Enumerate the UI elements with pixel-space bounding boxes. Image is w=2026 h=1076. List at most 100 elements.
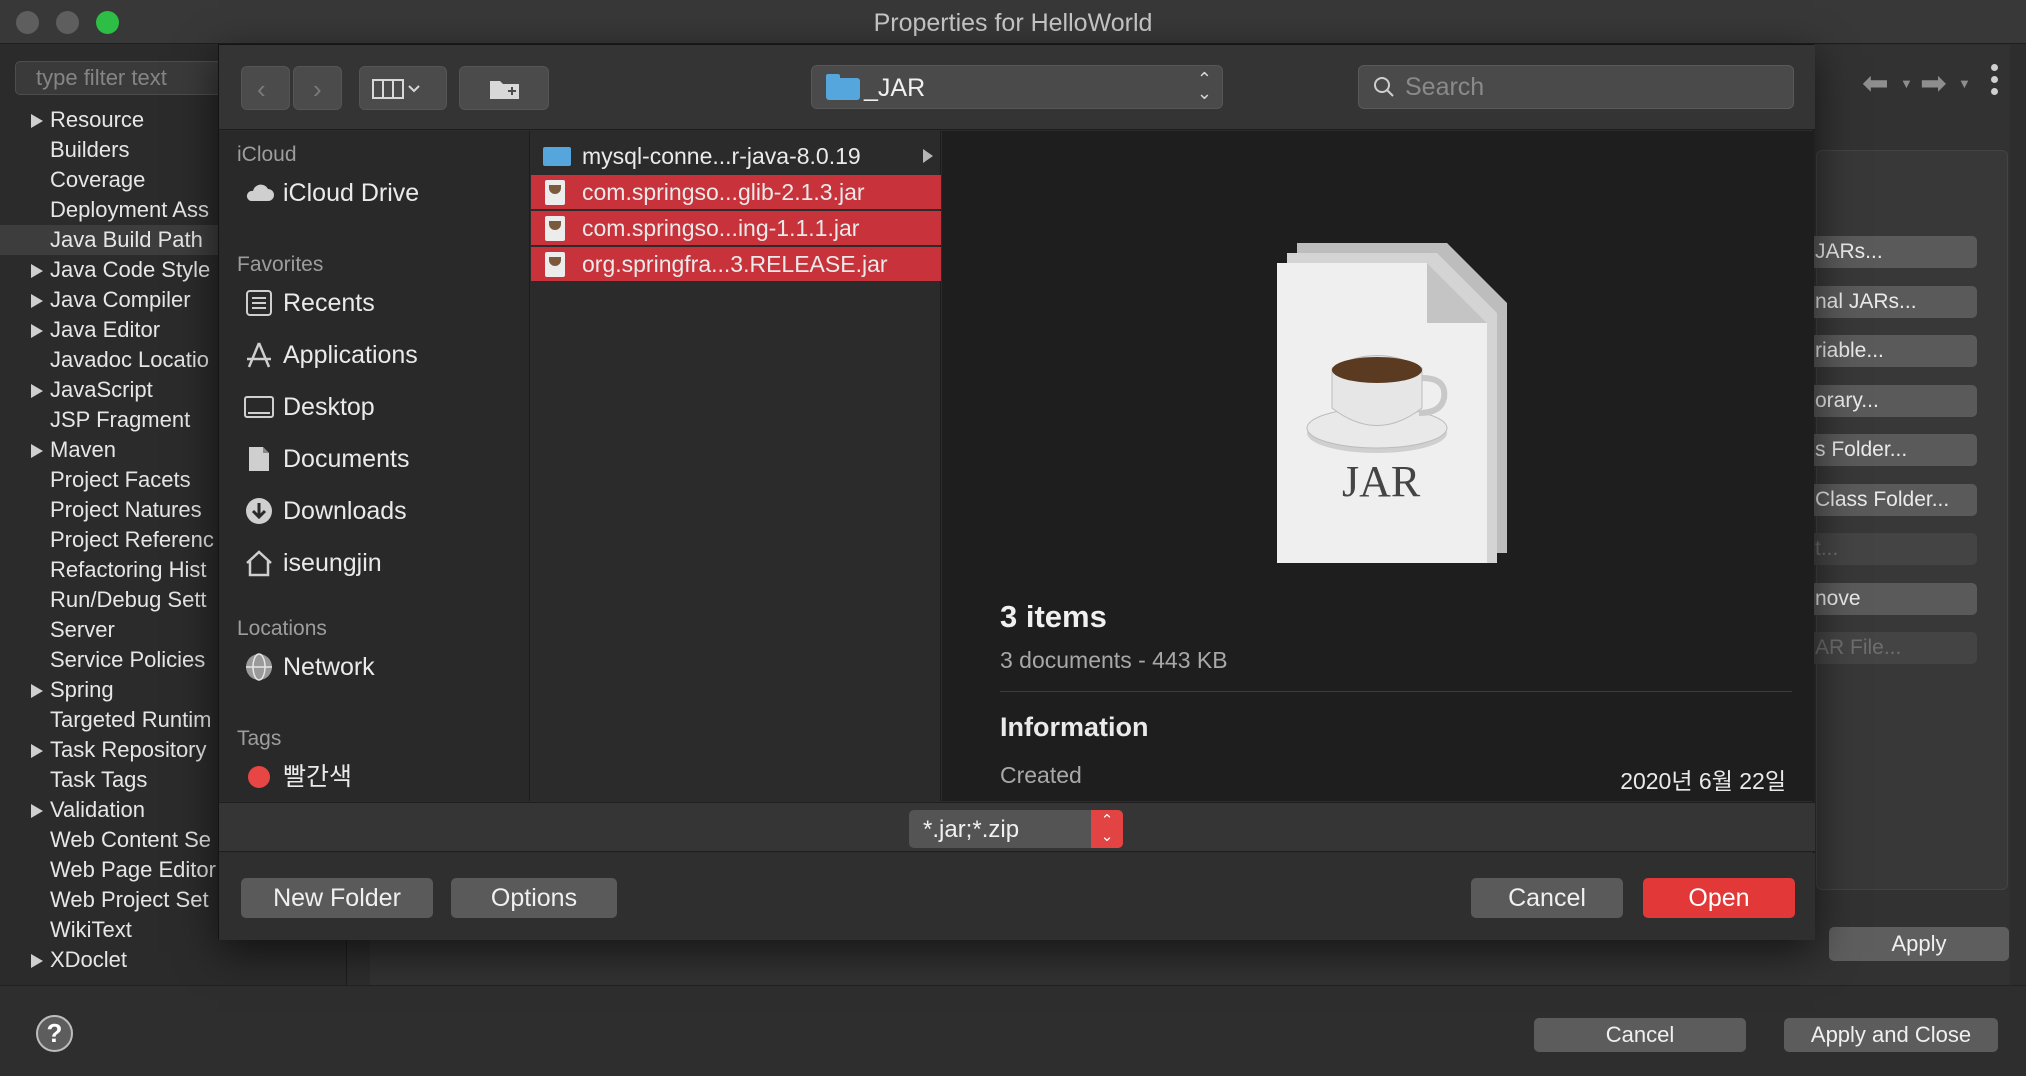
sidebar-item-label: iCloud Drive xyxy=(283,179,420,207)
window-title: Properties for HelloWorld xyxy=(873,9,1153,37)
back-menu-caret-icon[interactable]: ▼ xyxy=(1900,76,1913,91)
file-row[interactable]: org.springfra...3.RELEASE.jar xyxy=(531,247,941,281)
open-file-dialog: ‹ › _JAR ⌃ ⌄ Search iCloud iCloud Drive … xyxy=(218,44,1815,940)
location-popup[interactable]: _JAR ⌃ ⌄ xyxy=(811,65,1223,109)
more-options-icon[interactable] xyxy=(1991,64,1999,96)
tree-item-label: Java Compiler xyxy=(50,287,191,312)
cancel-button[interactable]: Cancel xyxy=(1534,1018,1746,1052)
open-button[interactable]: Open xyxy=(1643,878,1795,918)
forward-button[interactable]: › xyxy=(293,66,342,110)
location-label: _JAR xyxy=(864,74,926,102)
forward-menu-caret-icon[interactable]: ▼ xyxy=(1958,76,1971,91)
file-format-bar: *.jar;*.zip ⌃ ⌄ xyxy=(219,802,1815,852)
tree-item-label: Refactoring Hist xyxy=(50,557,207,582)
search-field[interactable] xyxy=(1358,65,1794,109)
library-action-button[interactable]: riable... xyxy=(1795,335,1977,367)
sidebar-item-label: iseungjin xyxy=(283,549,382,577)
sidebar-item-label: 빨간색 xyxy=(283,763,353,791)
sidebar-item-label: Downloads xyxy=(283,497,407,525)
tree-item-label: Project Referenc xyxy=(50,527,214,552)
file-name: org.springfra...3.RELEASE.jar xyxy=(582,251,888,277)
tree-item-label: JavaScript xyxy=(50,377,153,402)
tree-item-label: Targeted Runtim xyxy=(50,707,212,732)
library-action-button: AR File... xyxy=(1795,632,1977,664)
library-action-button: t... xyxy=(1795,533,1977,565)
created-value: 2020년 6월 22일 xyxy=(1620,768,1786,794)
tree-item-label: Task Repository xyxy=(50,737,207,762)
divider xyxy=(1000,691,1792,692)
folder-icon xyxy=(543,147,571,166)
file-name: com.springso...ing-1.1.1.jar xyxy=(582,215,860,241)
disclosure-arrow-icon[interactable] xyxy=(31,114,43,128)
disclosure-arrow-icon[interactable] xyxy=(31,804,43,818)
disclosure-arrow-icon[interactable] xyxy=(31,954,43,968)
library-action-button[interactable]: nove xyxy=(1795,583,1977,615)
popup-stepper-icon: ⌃ ⌄ xyxy=(1196,69,1212,103)
help-icon[interactable]: ? xyxy=(36,1015,73,1052)
disclosure-arrow-icon[interactable] xyxy=(31,384,43,398)
file-format-label: *.jar;*.zip xyxy=(923,816,1020,843)
tree-item-label: Service Policies xyxy=(50,647,206,672)
library-action-button[interactable]: Class Folder... xyxy=(1795,484,1977,516)
chevron-right-icon xyxy=(923,149,933,163)
window-titlebar: Properties for HelloWorld xyxy=(0,0,2026,44)
tree-item-label: Server xyxy=(50,617,115,642)
jar-file-icon xyxy=(545,180,565,205)
popup-stepper-icon: ⌃ ⌄ xyxy=(1091,810,1123,848)
options-button[interactable]: Options xyxy=(451,878,617,918)
file-name: mysql-conne...r-java-8.0.19 xyxy=(582,143,861,169)
library-action-button[interactable]: s Folder... xyxy=(1795,434,1977,466)
sidebar-item-label: Desktop xyxy=(283,393,375,421)
jar-file-icon xyxy=(545,252,565,277)
tree-item-label: Deployment Ass xyxy=(50,197,209,222)
new-folder-toolbar-button[interactable] xyxy=(459,66,549,110)
tree-item-label: Project Natures xyxy=(50,497,202,522)
file-row[interactable]: com.springso...glib-2.1.3.jar xyxy=(531,175,941,209)
sidebar-item-label: Documents xyxy=(283,445,410,473)
library-action-button[interactable]: nal JARs... xyxy=(1795,286,1977,318)
tree-item-label: Web Content Se xyxy=(50,827,212,852)
tree-item-label: Project Facets xyxy=(50,467,191,492)
back-arrow-icon[interactable]: ⬅ xyxy=(1862,64,1889,102)
back-button[interactable]: ‹ xyxy=(241,66,290,110)
disclosure-arrow-icon[interactable] xyxy=(31,324,43,338)
recents-icon xyxy=(243,289,275,317)
disclosure-arrow-icon[interactable] xyxy=(31,744,43,758)
home-icon xyxy=(243,549,275,577)
new-folder-button[interactable]: New Folder xyxy=(241,878,433,918)
disclosure-arrow-icon[interactable] xyxy=(31,684,43,698)
forward-arrow-icon[interactable]: ➡ xyxy=(1920,64,1947,102)
dialog-footer: New Folder Options Cancel Open xyxy=(219,853,1815,940)
file-name: com.springso...glib-2.1.3.jar xyxy=(582,179,865,205)
information-heading: Information xyxy=(1000,712,1149,742)
dialog-cancel-button[interactable]: Cancel xyxy=(1471,878,1623,918)
apply-and-close-button[interactable]: Apply and Close xyxy=(1784,1018,1998,1052)
columns-view-icon xyxy=(372,79,420,99)
jar-icon-label: JAR xyxy=(1342,457,1421,506)
tree-item-label: Web Page Editor xyxy=(50,857,216,882)
sidebar-section-title: Favorites xyxy=(237,253,324,276)
tree-item[interactable]: XDoclet xyxy=(0,945,347,975)
tree-item-label: Builders xyxy=(50,137,130,162)
search-icon xyxy=(1374,77,1394,97)
file-format-popup[interactable]: *.jar;*.zip ⌃ ⌄ xyxy=(909,810,1123,848)
tree-item-label: XDoclet xyxy=(50,947,128,972)
network-icon xyxy=(243,653,275,681)
chevron-right-icon: › xyxy=(313,74,322,104)
view-mode-button[interactable] xyxy=(359,66,447,110)
tree-item-label: Coverage xyxy=(50,167,146,192)
file-row[interactable]: com.springso...ing-1.1.1.jar xyxy=(531,211,941,245)
disclosure-arrow-icon[interactable] xyxy=(31,294,43,308)
dialog-toolbar: ‹ › _JAR ⌃ ⌄ xyxy=(219,45,1815,130)
apply-button[interactable]: Apply xyxy=(1829,927,2009,961)
disclosure-arrow-icon[interactable] xyxy=(31,264,43,278)
folder-row[interactable]: mysql-conne...r-java-8.0.19 xyxy=(531,139,941,173)
selection-count: 3 items xyxy=(1000,599,1107,634)
library-action-button[interactable]: JARs... xyxy=(1795,236,1977,268)
jar-file-icon xyxy=(1277,243,1507,563)
library-action-button[interactable]: orary... xyxy=(1795,385,1977,417)
disclosure-arrow-icon[interactable] xyxy=(31,444,43,458)
tree-item-label: Validation xyxy=(50,797,145,822)
preview-pane: JAR 3 items 3 documents - 443 KB Informa… xyxy=(942,131,1814,801)
search-input[interactable] xyxy=(1405,72,1775,102)
